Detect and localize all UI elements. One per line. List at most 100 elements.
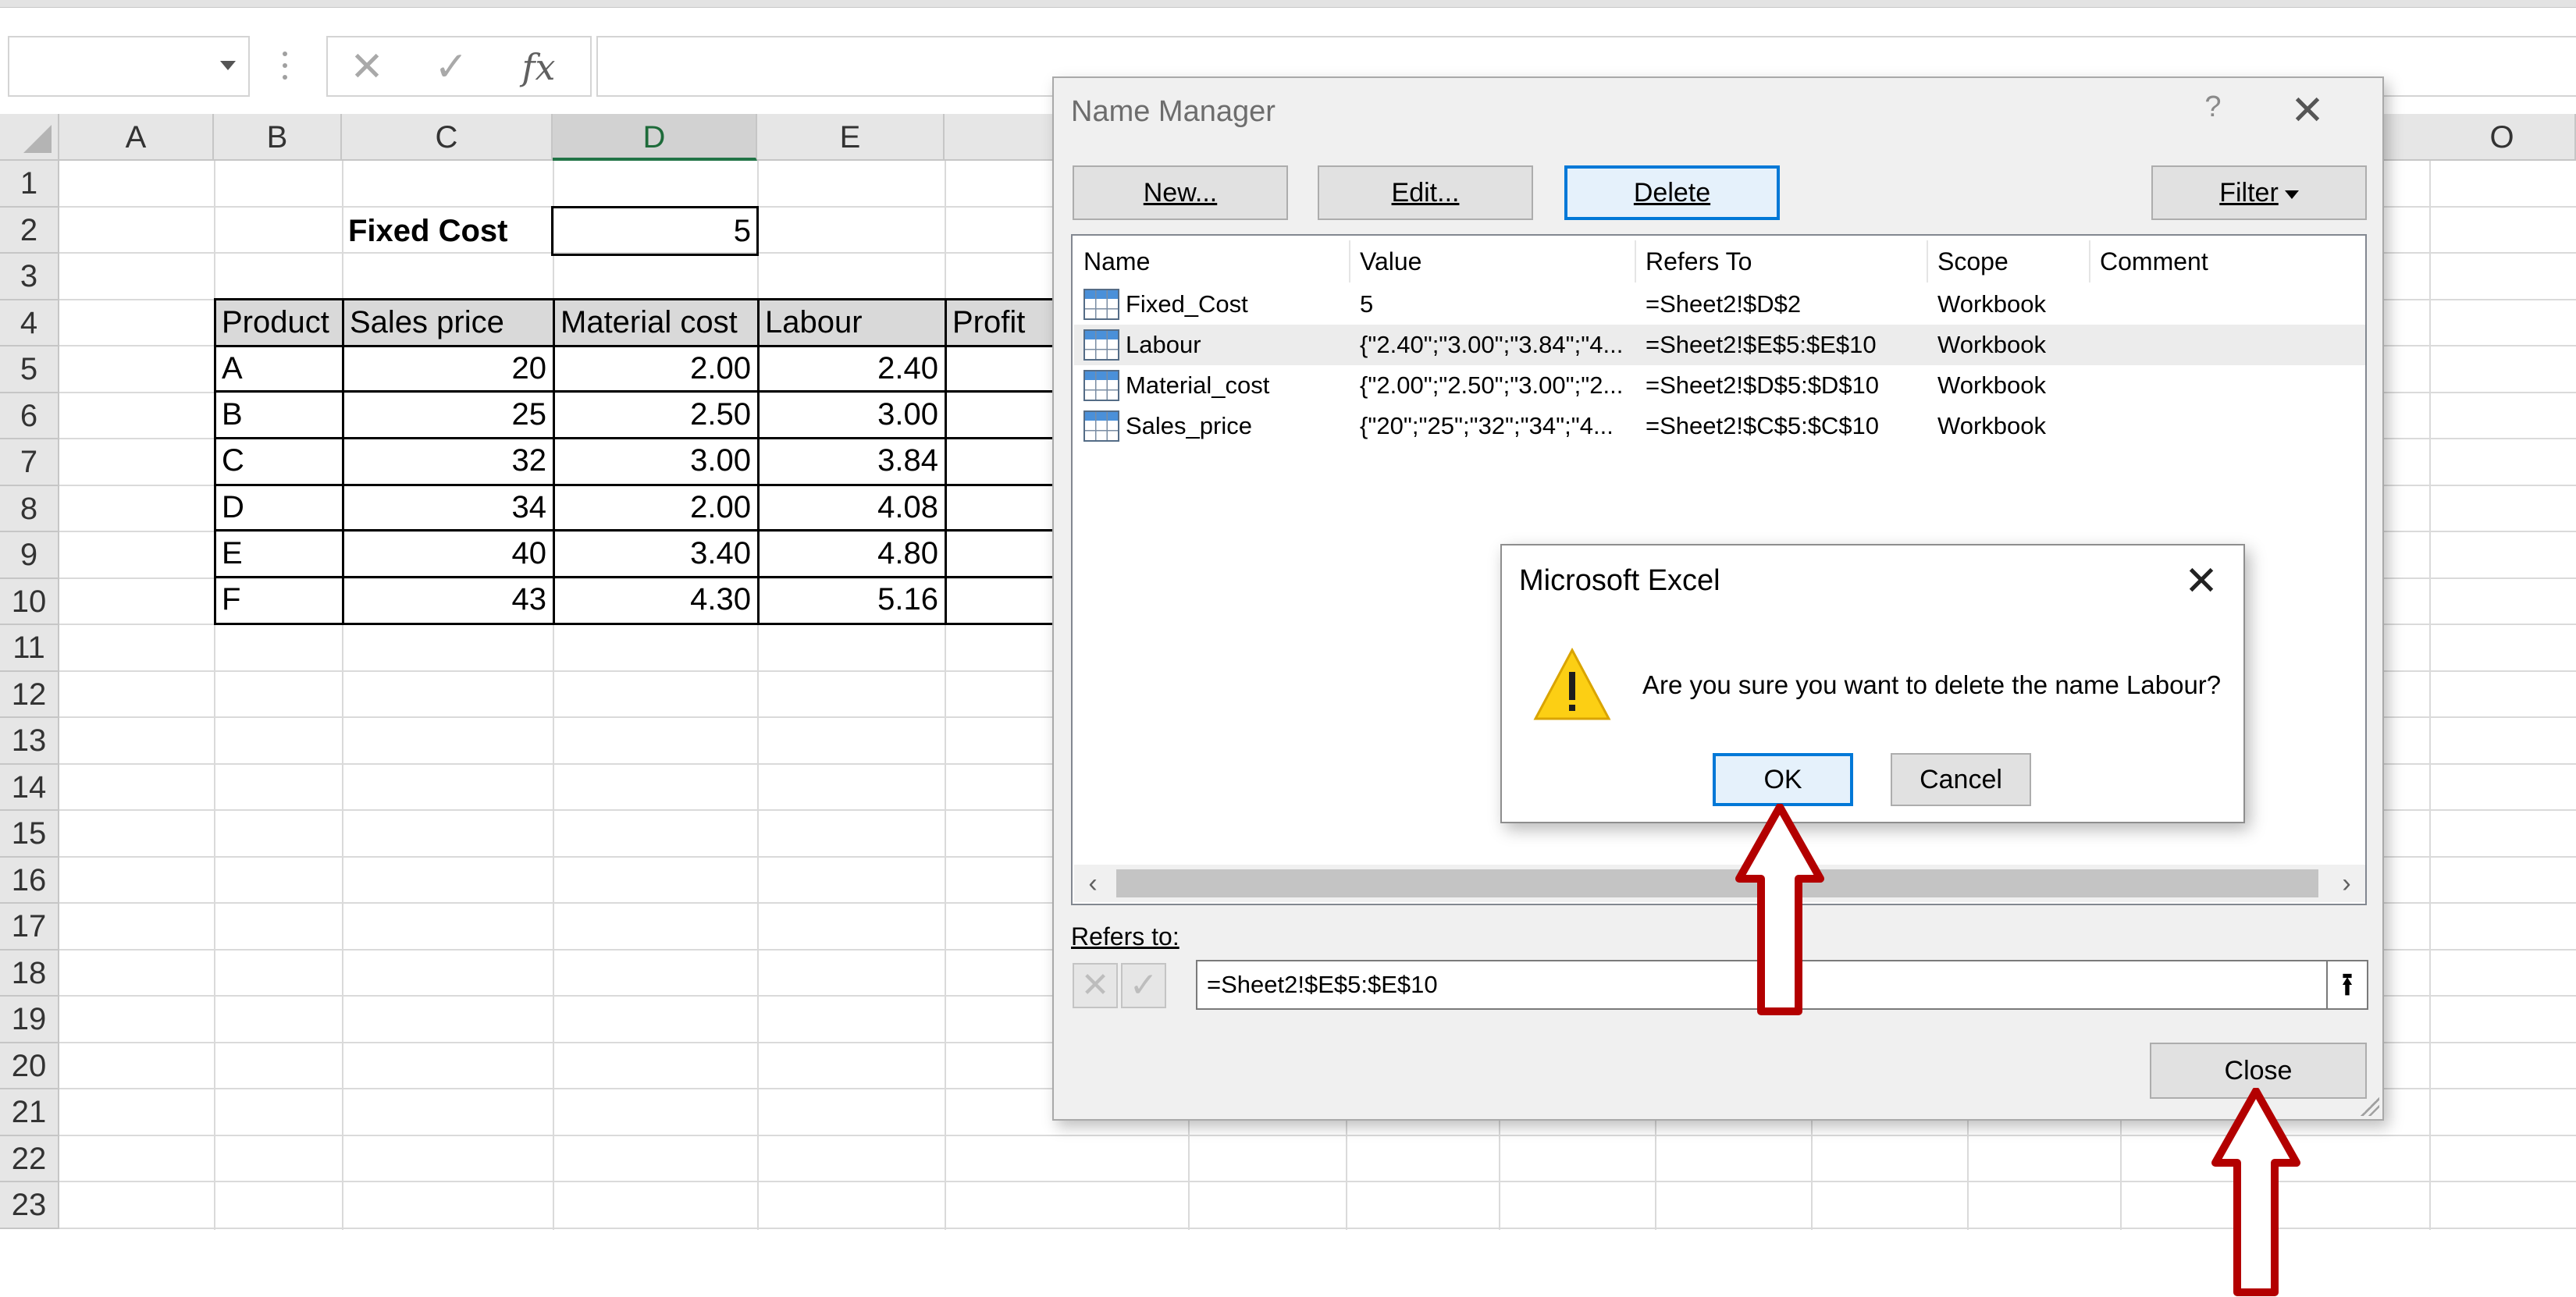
name-row[interactable]: Material_cost {"2.00";"2.50";"3.00";"2...…	[1074, 365, 2365, 406]
row-header[interactable]: 10	[0, 578, 59, 625]
labour-cell[interactable]: 3.84	[759, 439, 945, 482]
material-cost-cell[interactable]: 3.00	[554, 439, 757, 482]
ok-button[interactable]: OK	[1713, 753, 1853, 806]
name-row[interactable]: Sales_price {"20";"25";"32";"34";"4... =Sh…	[1074, 406, 2365, 446]
row-header[interactable]: 16	[0, 857, 59, 904]
product-cell[interactable]: F	[215, 577, 342, 621]
horizontal-scrollbar[interactable]: ‹ ›	[1074, 865, 2365, 902]
labour-cell[interactable]: 4.80	[759, 531, 945, 575]
row-header[interactable]: 13	[0, 718, 59, 765]
column-header-b[interactable]: B	[214, 114, 342, 161]
row-header[interactable]: 15	[0, 811, 59, 858]
column-refers-to[interactable]: Refers To	[1636, 240, 1928, 282]
product-cell[interactable]: A	[215, 346, 342, 390]
column-header-a[interactable]: A	[59, 114, 214, 161]
sales-price-cell[interactable]: 32	[343, 439, 553, 482]
header-sales-price[interactable]: Sales price	[343, 300, 553, 345]
labour-cell[interactable]: 2.40	[759, 346, 945, 390]
material-cost-cell[interactable]: 2.00	[554, 485, 757, 529]
row-header[interactable]: 21	[0, 1089, 59, 1136]
row-header[interactable]: 18	[0, 950, 59, 997]
select-all-button[interactable]	[0, 114, 59, 161]
material-cost-cell[interactable]: 2.50	[554, 393, 757, 436]
column-header-e[interactable]: E	[757, 114, 945, 161]
header-profit[interactable]: Profit	[946, 300, 1054, 345]
labour-cell[interactable]: 5.16	[759, 577, 945, 621]
filter-button[interactable]: Filter	[2151, 165, 2367, 220]
row-header[interactable]: 7	[0, 439, 59, 486]
sales-price-cell[interactable]: 34	[343, 485, 553, 529]
row-header[interactable]: 8	[0, 485, 59, 532]
row-header[interactable]: 19	[0, 997, 59, 1043]
row-header[interactable]: 4	[0, 300, 59, 346]
close-icon[interactable]: ✕	[2178, 560, 2225, 606]
product-cell[interactable]: D	[215, 485, 342, 529]
edit-button[interactable]: Edit...	[1318, 165, 1533, 220]
row-header[interactable]: 5	[0, 346, 59, 393]
refers-to-label: Refers to:	[1071, 922, 1179, 951]
row-header[interactable]: 1	[0, 161, 59, 208]
comment-cell	[2100, 406, 2357, 446]
row-header[interactable]: 22	[0, 1135, 59, 1182]
row-header[interactable]: 12	[0, 671, 59, 718]
column-value[interactable]: Value	[1350, 240, 1636, 282]
name-row[interactable]: Fixed_Cost 5 =Sheet2!$D$2 Workbook	[1074, 284, 2365, 325]
row-header[interactable]: 17	[0, 904, 59, 951]
scroll-thumb[interactable]	[1116, 869, 2318, 897]
close-icon[interactable]: ✕	[2284, 89, 2331, 136]
product-cell[interactable]: C	[215, 439, 342, 482]
row-header[interactable]: 3	[0, 254, 59, 300]
filter-button-label: Filter	[2219, 178, 2279, 208]
row-header[interactable]: 14	[0, 764, 59, 811]
material-cost-cell[interactable]: 4.30	[554, 577, 757, 621]
cancel-icon[interactable]: ✕	[343, 45, 390, 89]
row-header[interactable]: 6	[0, 393, 59, 439]
product-cell[interactable]: B	[215, 393, 342, 436]
row-header[interactable]: 20	[0, 1043, 59, 1089]
sales-price-cell[interactable]: 43	[343, 577, 553, 621]
scroll-left-icon[interactable]: ‹	[1074, 865, 1112, 902]
row-header[interactable]: 11	[0, 625, 59, 672]
product-cell[interactable]: E	[215, 531, 342, 575]
column-name[interactable]: Name	[1074, 240, 1350, 282]
row-header[interactable]: 9	[0, 532, 59, 579]
dialog-title: Name Manager	[1071, 95, 1276, 128]
collapse-dialog-icon[interactable]: ⭱	[2328, 960, 2368, 1010]
insert-function-icon[interactable]: fx	[515, 45, 562, 89]
column-header-c[interactable]: C	[342, 114, 553, 161]
sales-price-cell[interactable]: 25	[343, 393, 553, 436]
delete-button[interactable]: Delete	[1564, 165, 1780, 220]
column-header-f[interactable]	[945, 114, 1054, 161]
sales-price-cell[interactable]: 40	[343, 531, 553, 575]
cancel-button[interactable]: Cancel	[1891, 753, 2031, 806]
material-cost-cell[interactable]: 2.00	[554, 346, 757, 390]
row-header[interactable]: 23	[0, 1182, 59, 1229]
column-header-d[interactable]: D	[553, 114, 757, 161]
enter-icon[interactable]: ✓	[428, 45, 475, 89]
material-cost-cell[interactable]: 3.40	[554, 531, 757, 575]
header-labour[interactable]: Labour	[759, 300, 945, 345]
fixed-cost-value[interactable]: 5	[553, 208, 757, 254]
header-material-cost[interactable]: Material cost	[554, 300, 757, 345]
sales-price-cell[interactable]: 20	[343, 346, 553, 390]
column-scope[interactable]: Scope	[1928, 240, 2090, 282]
labour-cell[interactable]: 4.08	[759, 485, 945, 529]
confirm-edit-icon[interactable]: ✓	[1121, 963, 1166, 1008]
column-comment[interactable]: Comment	[2090, 240, 2364, 282]
labour-cell[interactable]: 3.00	[759, 393, 945, 436]
new-button[interactable]: New...	[1073, 165, 1288, 220]
fixed-cost-label[interactable]: Fixed Cost	[342, 208, 553, 254]
scroll-right-icon[interactable]: ›	[2328, 865, 2365, 902]
row-header[interactable]: 2	[0, 207, 59, 254]
name-box[interactable]	[8, 36, 250, 97]
resize-grip-icon[interactable]	[2356, 1093, 2379, 1116]
chevron-down-icon[interactable]	[220, 61, 236, 70]
cancel-edit-icon[interactable]: ✕	[1073, 963, 1118, 1008]
help-icon[interactable]: ?	[2194, 91, 2233, 124]
header-product[interactable]: Product	[215, 300, 342, 345]
name-row[interactable]: Labour {"2.40";"3.00";"3.84";"4... =Sheet2…	[1074, 325, 2365, 365]
drag-handle-icon[interactable]	[283, 52, 287, 83]
named-range-icon	[1083, 329, 1119, 361]
column-header-o[interactable]: O	[2429, 114, 2576, 161]
name-cell: Labour	[1126, 331, 1201, 358]
